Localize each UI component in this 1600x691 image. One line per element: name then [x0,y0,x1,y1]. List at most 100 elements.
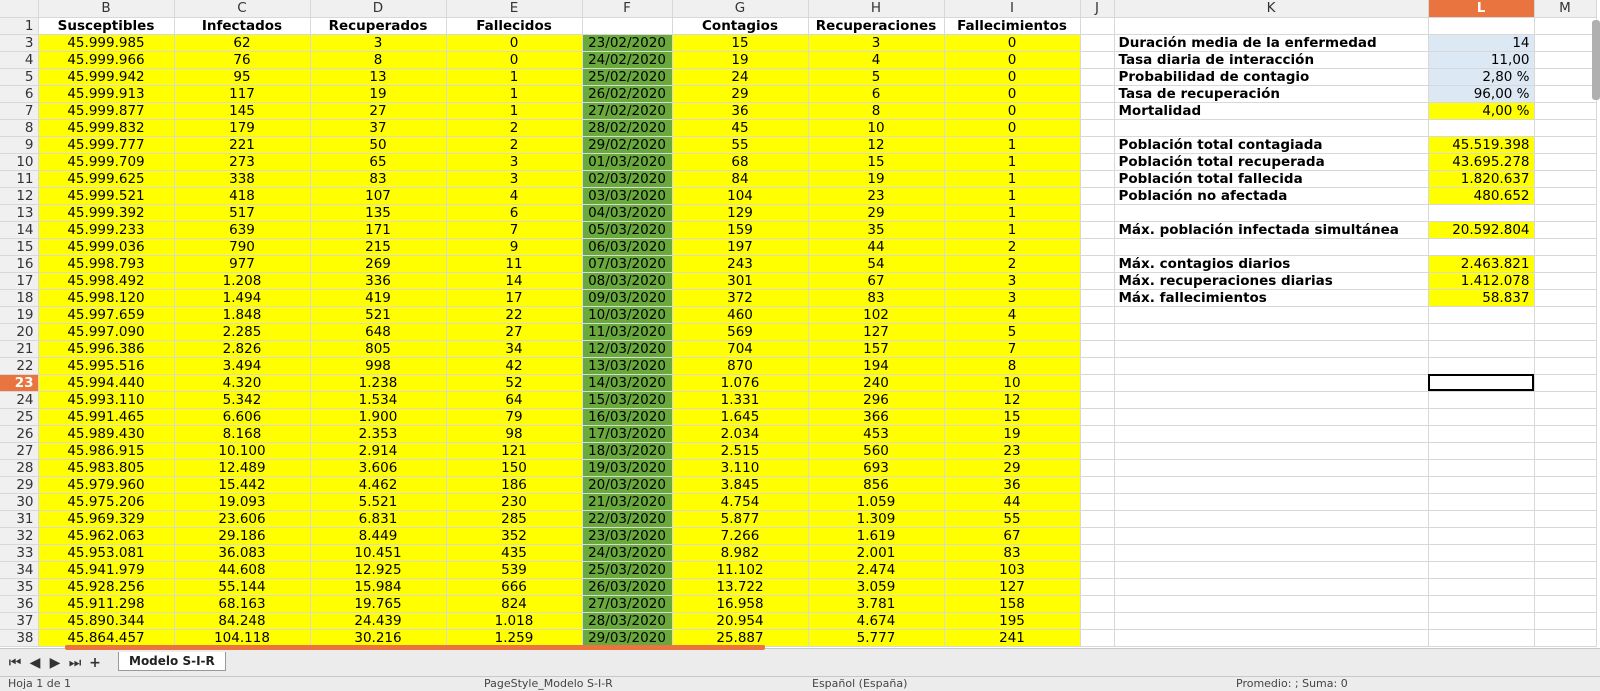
cell-h[interactable]: 1.309 [808,510,945,528]
cell-j[interactable] [1080,34,1115,52]
cell-h[interactable]: 157 [808,340,945,358]
cell-l[interactable] [1428,527,1535,545]
cell-i[interactable]: 2 [944,255,1081,273]
cell-c[interactable]: 2.285 [174,323,311,341]
cell-g[interactable]: 1.076 [672,374,809,392]
cell-b[interactable]: 45.911.298 [38,595,175,613]
parameter-label[interactable]: Tasa diaria de interacción [1114,51,1429,69]
cell-b[interactable]: 45.962.063 [38,527,175,545]
parameter-label[interactable]: Máx. recuperaciones diarias [1114,272,1429,290]
cell-c[interactable]: 68.163 [174,595,311,613]
cell-e[interactable]: 150 [446,459,583,477]
cell-d[interactable]: 171 [310,221,447,239]
active-cell-cursor[interactable] [1428,374,1535,392]
cell-i[interactable]: 15 [944,408,1081,426]
cell-k[interactable] [1114,374,1429,392]
row-header[interactable]: 8 [0,119,39,137]
row-header[interactable]: 15 [0,238,39,256]
parameter-value[interactable]: 1.412.078 [1428,272,1535,290]
cell-k[interactable] [1114,612,1429,630]
cell-g[interactable]: 16.958 [672,595,809,613]
cell-j[interactable] [1080,323,1115,341]
cell-l[interactable] [1428,629,1535,647]
cell-i[interactable]: 1 [944,136,1081,154]
cell-i[interactable]: 158 [944,595,1081,613]
cell-e[interactable]: 539 [446,561,583,579]
cell[interactable] [1080,17,1115,35]
cell-c[interactable]: 273 [174,153,311,171]
row-header[interactable]: 34 [0,561,39,579]
cell-b[interactable]: 45.998.492 [38,272,175,290]
cell-k[interactable] [1114,238,1429,256]
cell-i[interactable]: 10 [944,374,1081,392]
cell-f[interactable]: 26/03/2020 [582,578,673,596]
cell-e[interactable]: 98 [446,425,583,443]
cell-g[interactable]: 2.034 [672,425,809,443]
cell-l[interactable] [1428,306,1535,324]
cell-j[interactable] [1080,629,1115,647]
language[interactable]: Español (España) [812,677,907,691]
cell-j[interactable] [1080,561,1115,579]
cell-e[interactable]: 14 [446,272,583,290]
last-sheet-icon[interactable]: ⏭ [68,655,82,671]
cell-b[interactable]: 45.991.465 [38,408,175,426]
cell-i[interactable]: 36 [944,476,1081,494]
cell-f[interactable]: 17/03/2020 [582,425,673,443]
next-sheet-icon[interactable]: ▶ [48,655,62,671]
row-header[interactable]: 20 [0,323,39,341]
cell-d[interactable]: 107 [310,187,447,205]
cell-d[interactable]: 215 [310,238,447,256]
cell-c[interactable]: 117 [174,85,311,103]
cell-m[interactable] [1534,306,1597,324]
cell-b[interactable]: 45.983.805 [38,459,175,477]
row-header[interactable]: 32 [0,527,39,545]
cell-e[interactable]: 285 [446,510,583,528]
cell-k[interactable] [1114,578,1429,596]
row-header[interactable]: 30 [0,493,39,511]
cell-j[interactable] [1080,187,1115,205]
cell-h[interactable]: 127 [808,323,945,341]
cell-j[interactable] [1080,459,1115,477]
cell-f[interactable]: 05/03/2020 [582,221,673,239]
cell-f[interactable]: 18/03/2020 [582,442,673,460]
cell-j[interactable] [1080,153,1115,171]
row-header[interactable]: 31 [0,510,39,528]
cell-l[interactable] [1428,612,1535,630]
cell-i[interactable]: 1 [944,187,1081,205]
cell-g[interactable]: 13.722 [672,578,809,596]
cell-h[interactable]: 3.059 [808,578,945,596]
cell-j[interactable] [1080,238,1115,256]
cell-c[interactable]: 15.442 [174,476,311,494]
cell-m[interactable] [1534,561,1597,579]
cell-f[interactable]: 25/02/2020 [582,68,673,86]
cell-b[interactable]: 45.999.777 [38,136,175,154]
page-style[interactable]: PageStyle_Modelo S-I-R [484,677,613,691]
cell-f[interactable]: 23/03/2020 [582,527,673,545]
cell-d[interactable]: 83 [310,170,447,188]
cell-e[interactable]: 352 [446,527,583,545]
cell-d[interactable]: 37 [310,119,447,137]
cell-k[interactable] [1114,204,1429,222]
cell-g[interactable]: 7.266 [672,527,809,545]
cell-m[interactable] [1534,578,1597,596]
parameter-label[interactable]: Máx. contagios diarios [1114,255,1429,273]
cell-f[interactable]: 02/03/2020 [582,170,673,188]
cell-h[interactable]: 3 [808,34,945,52]
cell-b[interactable]: 45.994.440 [38,374,175,392]
cell-c[interactable]: 62 [174,34,311,52]
cell-c[interactable]: 977 [174,255,311,273]
cell-l[interactable] [1428,408,1535,426]
cell-e[interactable]: 1 [446,68,583,86]
cell-b[interactable]: 45.941.979 [38,561,175,579]
cell-c[interactable]: 517 [174,204,311,222]
cell-f[interactable]: 29/02/2020 [582,136,673,154]
cell-j[interactable] [1080,170,1115,188]
row-header[interactable]: 12 [0,187,39,205]
cell-g[interactable]: 8.982 [672,544,809,562]
row-header[interactable]: 5 [0,68,39,86]
cell-k[interactable] [1114,442,1429,460]
cell-m[interactable] [1534,170,1597,188]
cell-m[interactable] [1534,425,1597,443]
cell-g[interactable]: 870 [672,357,809,375]
cell-f[interactable]: 09/03/2020 [582,289,673,307]
